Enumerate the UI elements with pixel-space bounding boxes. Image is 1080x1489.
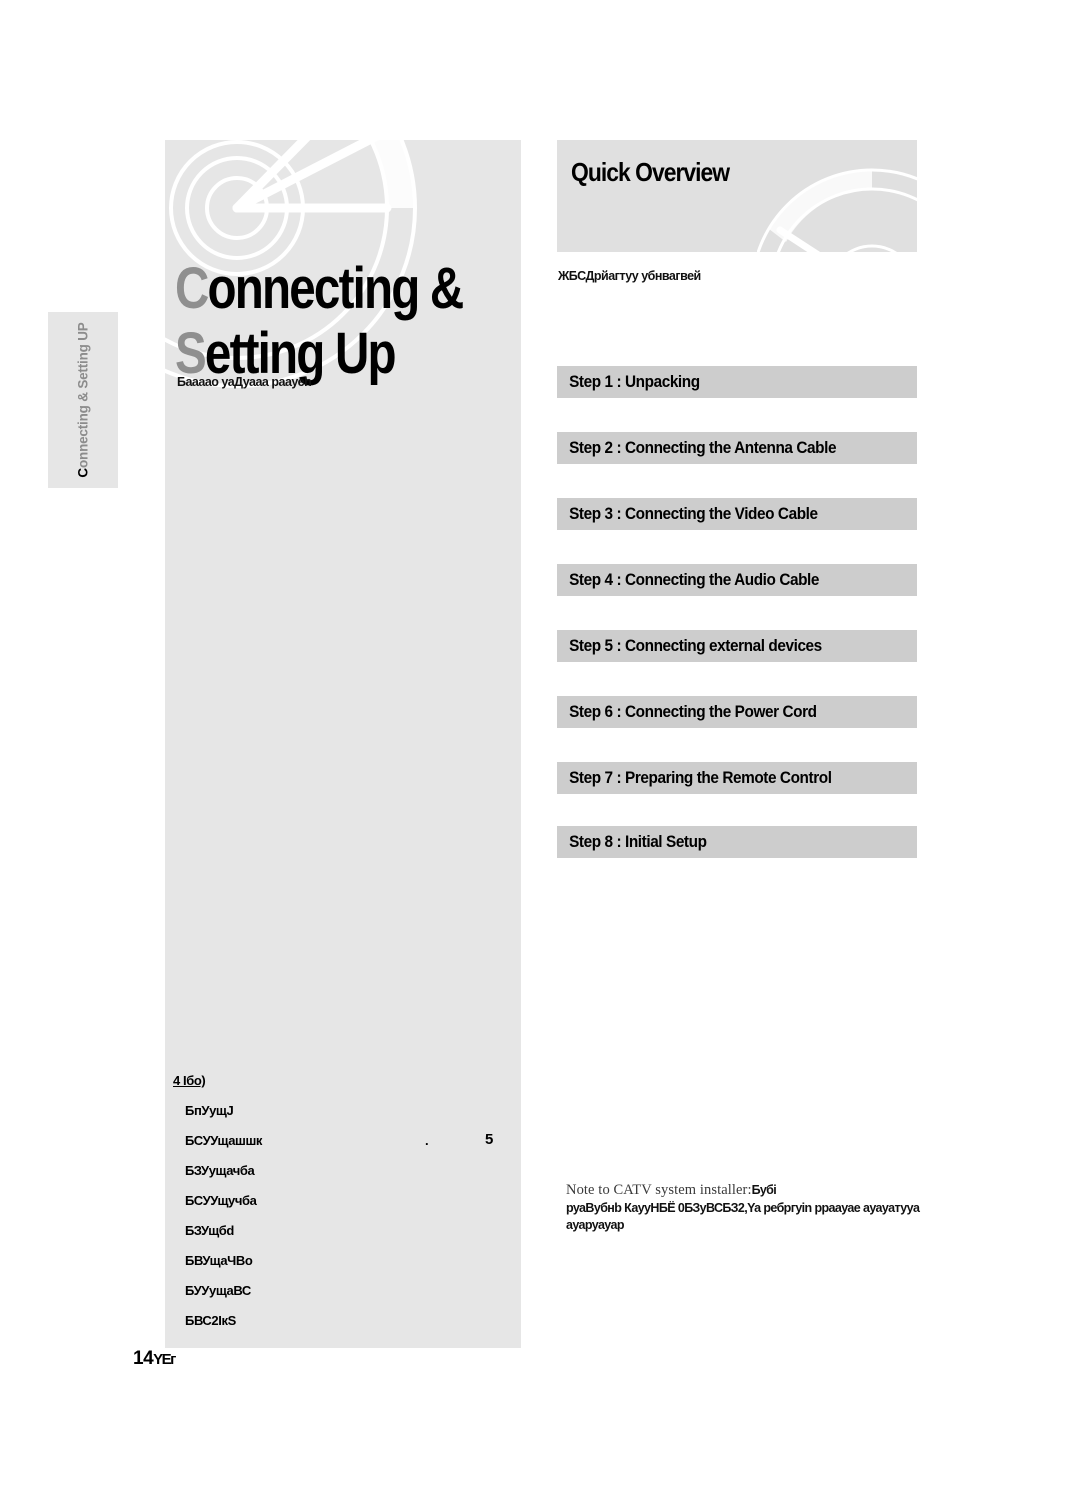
chapter-tab: Connecting & Setting UP [48,312,118,488]
step-bar-8[interactable]: Step 8 : Initial Setup [557,826,917,858]
overview-note-line: убнвагвей [641,269,701,283]
toc-row-label: БУУущаВС [185,1283,251,1298]
catv-note-line: ребргуin [763,1201,812,1215]
catv-note-line: руаВубнb [566,1201,622,1215]
toc-row[interactable]: БЗУщбd [185,1223,513,1239]
step-bar-2[interactable]: Step 2 : Connecting the Antenna Cable [557,432,917,464]
step-bar-3-label: Step 3 : Connecting the Video Cable [569,504,818,523]
catv-note-line: рраауае [814,1201,861,1215]
step-bar-4-label: Step 4 : Connecting the Audio Cable [569,570,820,589]
catv-note-line: КаууНБЁ [624,1201,675,1215]
page-number: 14 [133,1348,154,1369]
catv-installer-note: Note to CATV system installer:Бубі руаВу… [566,1182,926,1234]
toc-row-label: БпУущJ [185,1103,234,1118]
toc-row-label: БВУщаЧВо [185,1253,253,1268]
toc-row-page: 5 [485,1131,493,1148]
toc-row[interactable]: БСУУщашшк . 5 [185,1131,513,1149]
quick-overview-header: Quick Overview [557,140,917,252]
step-bar-2-label: Step 2 : Connecting the Antenna Cable [569,438,837,457]
toc-row[interactable]: БпУущJ [185,1103,513,1119]
intro-line: Баааао [177,375,219,389]
catv-note-line: ауаруауар [566,1218,624,1232]
quick-overview-note: ЖБСДрйагтуу убнвагвей [558,268,701,285]
step-bar-1-label: Step 1 : Unpacking [569,372,700,391]
intro-line: уаДуааа [221,375,269,389]
left-content-panel: Connecting & Setting Up Баааао уаДуааа р… [165,140,521,1348]
step-bar-7-label: Step 7 : Preparing the Remote Control [569,768,832,787]
chapter-tab-initial: C [75,468,91,478]
step-bar-3[interactable]: Step 3 : Connecting the Video Cable [557,498,917,530]
intro-paragraph: Баааао уаДуааа раауеh [177,372,312,392]
toc-heading: 4 Ібо) [173,1073,206,1088]
chapter-tab-label: Connecting & Setting UP [76,322,91,477]
toc-row-label: БЗУущачбa [185,1163,255,1178]
catv-note-lead-text: Note to CATV system installer: [566,1182,752,1198]
step-bar-5[interactable]: Step 5 : Connecting external devices [557,630,917,662]
toc-row-label: БЗУщбd [185,1223,234,1238]
toc-row[interactable]: БВУщаЧВо [185,1253,513,1269]
catv-note-lead-tail: Бубі [751,1183,777,1197]
toc-row[interactable]: БЗУущачбa [185,1163,513,1179]
title-line1-initial: C [175,255,209,321]
page-footer-suffix: YΕг [153,1351,176,1368]
toc-row-label: БСУУщашшк [185,1133,263,1148]
step-bar-5-label: Step 5 : Connecting external devices [569,636,822,655]
step-bar-7[interactable]: Step 7 : Preparing the Remote Control [557,762,917,794]
page-footer: 14YΕг [133,1348,176,1370]
toc-row-dots: . [425,1133,429,1148]
catv-note-lead: Note to CATV system installer:Бубі [566,1182,926,1199]
step-bar-4[interactable]: Step 4 : Connecting the Audio Cable [557,564,917,596]
title-line1-rest: onnecting & [207,255,465,321]
chapter-tab-label-rest: onnecting & Setting UP [75,322,91,469]
toc-row[interactable]: БВС2ІкS [185,1313,513,1329]
step-bar-8-label: Step 8 : Initial Setup [569,832,707,851]
decorative-disc-icon [757,168,917,252]
step-bar-6[interactable]: Step 6 : Connecting the Power Cord [557,696,917,728]
intro-line: раауеh [271,375,312,389]
step-bar-1[interactable]: Step 1 : Unpacking [557,366,917,398]
table-of-contents: 4 Ібо) БпУущJ БСУУщашшк . 5 БЗУущачбa БС… [173,1072,513,1343]
catv-note-line: ауауатууa [863,1201,920,1215]
page-title: Connecting & Setting Up [175,255,465,387]
catv-note-line: 0БЗуВСБЗ2,Ya [677,1201,761,1215]
toc-row[interactable]: БУУущаВС [185,1283,513,1299]
quick-overview-title: Quick Overview [571,157,730,187]
toc-row-label: БВС2ІкS [185,1313,236,1328]
toc-row-label: БСУУщучбa [185,1193,257,1208]
toc-row[interactable]: БСУУщучбa [185,1193,513,1209]
catv-note-body: руаВубнb КаууНБЁ 0БЗуВСБЗ2,Ya ребргуin р… [566,1200,926,1234]
step-bar-6-label: Step 6 : Connecting the Power Cord [569,702,817,721]
overview-note-line: ЖБСДрйагтуу [558,269,639,283]
